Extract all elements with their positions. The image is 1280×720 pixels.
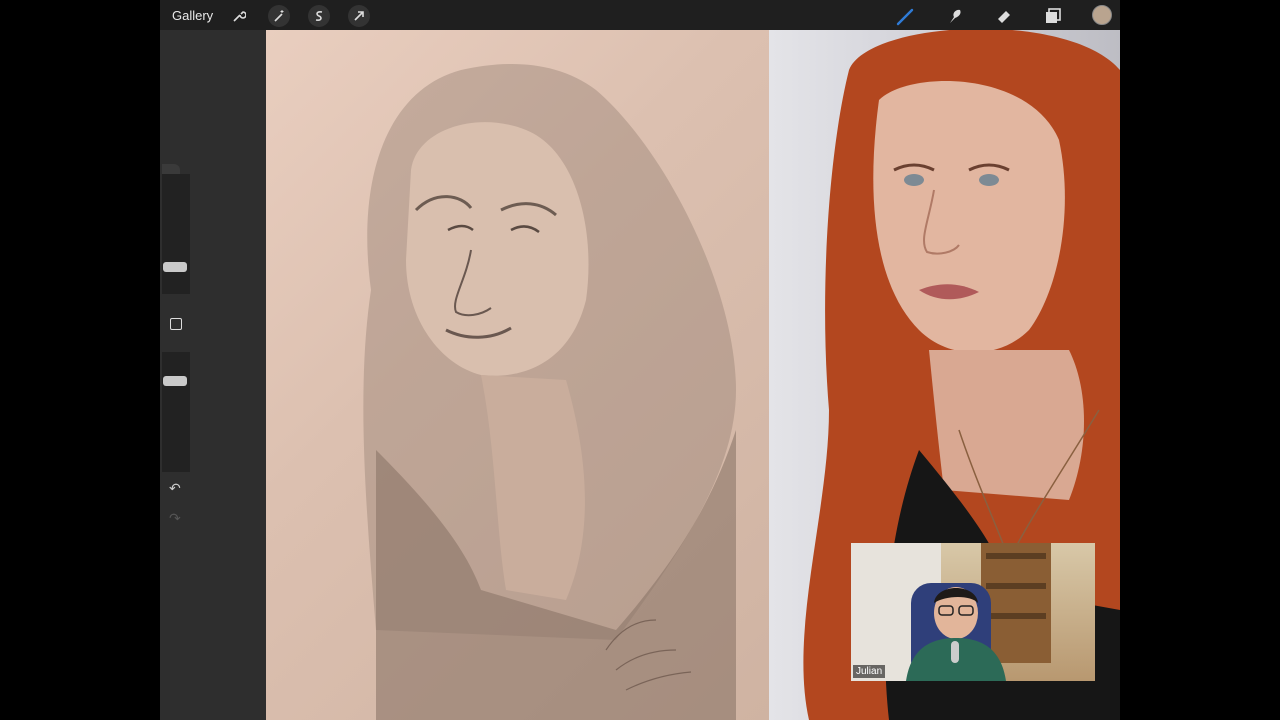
procreate-app: Gallery ❯: [160, 0, 1120, 720]
sketch-illustration: [363, 64, 736, 720]
pencil-portrait-drawing: [266, 30, 769, 720]
webcam-video-overlay: Julian: [851, 543, 1095, 681]
gallery-button[interactable]: Gallery: [172, 8, 213, 23]
top-toolbar: Gallery: [160, 0, 1120, 30]
magic-wand-icon[interactable]: [268, 5, 290, 27]
undo-icon[interactable]: ↶: [169, 480, 181, 497]
selection-icon[interactable]: [308, 5, 330, 27]
participant-name-label: Julian: [853, 665, 886, 678]
webcam-scene-illustration: [851, 543, 1051, 681]
color-swatch-icon[interactable]: [1092, 5, 1112, 25]
brush-size-thumb[interactable]: [163, 262, 187, 272]
layers-icon[interactable]: [1042, 5, 1064, 27]
eraser-icon[interactable]: [993, 5, 1015, 27]
smudge-icon[interactable]: [944, 5, 966, 27]
opacity-thumb[interactable]: [163, 376, 187, 386]
modify-square-icon[interactable]: [170, 318, 182, 330]
wrench-icon[interactable]: [228, 5, 250, 27]
opacity-slider[interactable]: [162, 352, 190, 472]
redo-icon[interactable]: ↷: [169, 510, 181, 527]
brush-icon[interactable]: [895, 5, 917, 27]
brush-size-slider[interactable]: [162, 174, 190, 294]
left-sidebar: ❯ ↶ ↷: [162, 160, 190, 540]
transform-arrow-icon[interactable]: [348, 5, 370, 27]
